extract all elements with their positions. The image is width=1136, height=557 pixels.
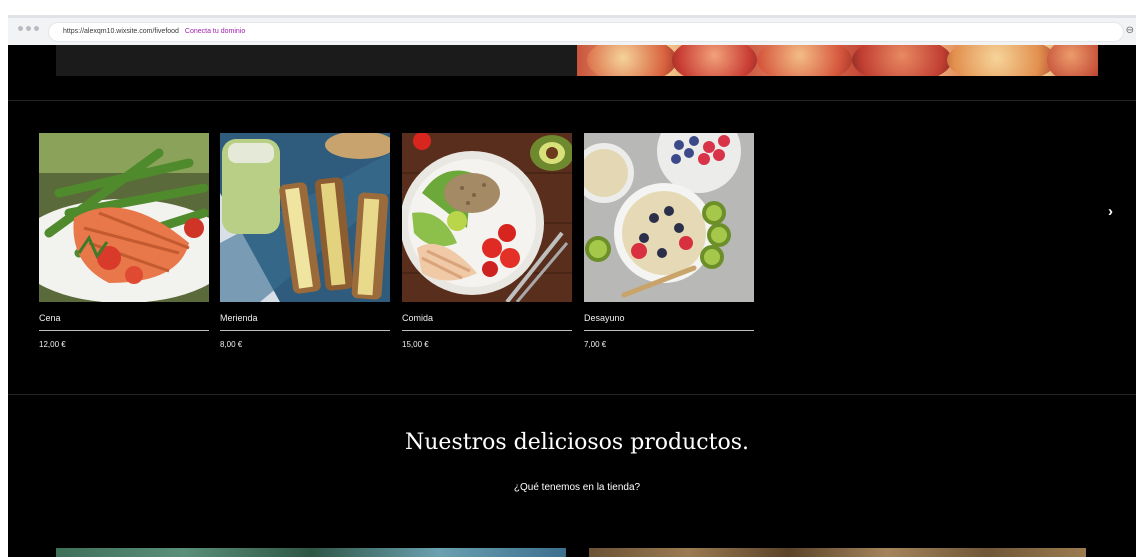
oatmeal-berries-icon[interactable] [584,133,754,302]
section-divider [8,394,1136,395]
window-dot-icon[interactable] [18,26,23,31]
product-name[interactable]: Comida [402,313,433,323]
product-banner-image[interactable] [56,548,566,557]
product-card[interactable]: Cena 12,00 € [39,133,209,349]
chevron-right-icon[interactable]: › [1108,203,1113,220]
product-card[interactable]: Merienda 8,00 € [220,133,390,349]
product-banner-image[interactable] [589,548,1086,557]
site-page: Cena 12,00 € Merienda 8,00 € Comida 15,0… [8,45,1136,557]
product-name[interactable]: Desayuno [584,313,625,323]
product-card[interactable]: Desayuno 7,00 € [584,133,754,349]
browser-top-edge [0,0,1136,15]
section-title: Nuestros deliciosos productos. [405,430,749,455]
product-rule [220,330,390,331]
window-controls [18,26,39,31]
product-name[interactable]: Cena [39,313,61,323]
product-price: 8,00 € [220,340,243,349]
product-rule [584,330,754,331]
section-divider [8,100,1136,101]
zoom-icon[interactable]: ⊖ [1126,25,1134,36]
section-subtitle: ¿Qué tenemos en la tienda? [513,482,641,493]
product-rule [39,330,209,331]
window-dot-icon[interactable] [34,26,39,31]
product-price: 15,00 € [402,340,429,349]
browser-address-bar: https://alexqm10.wixsite.com/fivefood Co… [8,15,1136,45]
url-text: https://alexqm10.wixsite.com/fivefood [63,28,179,35]
hero-dark-panel [56,45,577,76]
product-name[interactable]: Merienda [220,313,258,323]
product-rule [402,330,572,331]
chicken-salad-bowl-icon[interactable] [402,133,572,302]
sandwich-smoothie-icon[interactable] [220,133,390,302]
product-price: 7,00 € [584,340,607,349]
product-card[interactable]: Comida 15,00 € [402,133,572,349]
peaches-image [577,45,1098,76]
connect-domain-link[interactable]: Conecta tu dominio [185,28,245,35]
window-dot-icon[interactable] [26,26,31,31]
product-price: 12,00 € [39,340,66,349]
url-field[interactable]: https://alexqm10.wixsite.com/fivefood Co… [48,22,1124,42]
salmon-asparagus-icon[interactable] [39,133,209,302]
